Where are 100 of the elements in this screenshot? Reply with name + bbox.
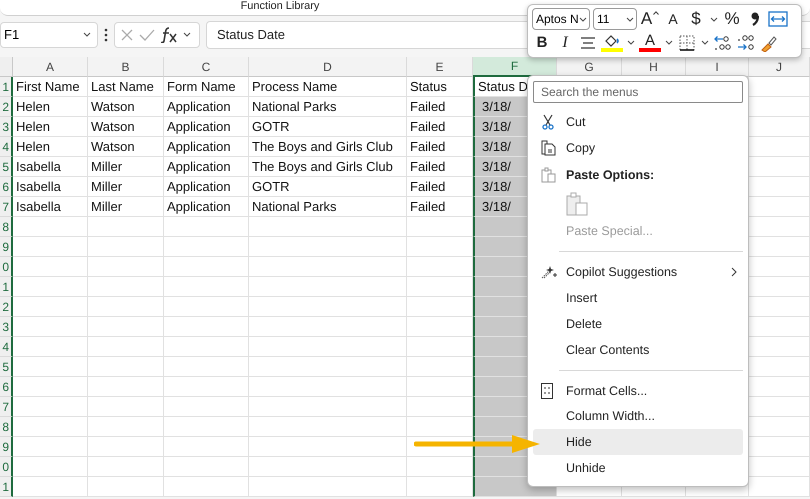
row-number[interactable]: 8 — [0, 217, 13, 237]
table-cell[interactable] — [88, 217, 164, 237]
row-number[interactable]: 3 — [0, 317, 13, 337]
table-cell[interactable] — [164, 317, 249, 337]
table-cell[interactable] — [249, 257, 407, 277]
check-icon[interactable] — [139, 28, 155, 42]
table-cell[interactable] — [407, 297, 473, 317]
row-number[interactable]: 4 — [0, 137, 13, 157]
table-cell[interactable]: GOTR — [249, 177, 407, 197]
table-cell[interactable] — [13, 377, 88, 397]
table-cell[interactable] — [13, 257, 88, 277]
table-cell[interactable] — [88, 477, 164, 497]
table-cell[interactable] — [13, 457, 88, 477]
table-cell[interactable]: Isabella — [13, 197, 88, 217]
table-cell[interactable] — [164, 437, 249, 457]
row-number[interactable]: 8 — [0, 417, 13, 437]
table-cell[interactable] — [249, 477, 407, 497]
table-cell[interactable] — [407, 357, 473, 377]
table-cell[interactable] — [749, 217, 810, 237]
table-cell[interactable] — [249, 317, 407, 337]
table-cell[interactable]: Helen — [13, 117, 88, 137]
table-cell[interactable] — [13, 297, 88, 317]
table-cell[interactable] — [88, 397, 164, 417]
table-cell[interactable]: The Boys and Girls Club — [249, 137, 407, 157]
table-cell[interactable] — [164, 217, 249, 237]
table-cell[interactable]: Isabella — [13, 157, 88, 177]
table-cell[interactable] — [407, 457, 473, 477]
table-cell[interactable]: Isabella — [13, 177, 88, 197]
table-cell[interactable] — [164, 357, 249, 377]
search-field[interactable]: Search the menus — [533, 81, 743, 104]
table-cell[interactable] — [749, 377, 810, 397]
table-cell[interactable] — [13, 397, 88, 417]
table-cell[interactable] — [749, 417, 810, 437]
column-header[interactable]: J — [749, 57, 810, 77]
table-cell[interactable]: First Name — [13, 77, 88, 97]
table-cell[interactable]: GOTR — [249, 117, 407, 137]
table-cell[interactable]: Application — [164, 157, 249, 177]
table-cell[interactable] — [88, 257, 164, 277]
table-cell[interactable] — [749, 237, 810, 257]
table-cell[interactable]: Miller — [88, 177, 164, 197]
table-cell[interactable] — [88, 457, 164, 477]
table-cell[interactable]: Failed — [407, 197, 473, 217]
table-cell[interactable] — [749, 277, 810, 297]
table-cell[interactable] — [88, 337, 164, 357]
table-cell[interactable] — [88, 277, 164, 297]
table-cell[interactable] — [407, 377, 473, 397]
row-number[interactable]: 3 — [0, 117, 13, 137]
table-cell[interactable] — [249, 297, 407, 317]
table-cell[interactable] — [13, 437, 88, 457]
column-header[interactable]: D — [249, 57, 407, 77]
table-cell[interactable] — [407, 257, 473, 277]
table-cell[interactable] — [749, 137, 810, 157]
table-cell[interactable]: Application — [164, 177, 249, 197]
table-cell[interactable]: Helen — [13, 97, 88, 117]
table-cell[interactable] — [13, 277, 88, 297]
table-cell[interactable] — [249, 277, 407, 297]
table-cell[interactable]: The Boys and Girls Club — [249, 157, 407, 177]
table-cell[interactable] — [88, 437, 164, 457]
table-cell[interactable] — [749, 297, 810, 317]
table-cell[interactable]: Form Name — [164, 77, 249, 97]
column-header[interactable]: C — [164, 57, 249, 77]
table-cell[interactable] — [249, 217, 407, 237]
table-cell[interactable] — [407, 397, 473, 417]
table-cell[interactable] — [249, 377, 407, 397]
cancel-icon[interactable] — [120, 28, 134, 42]
table-cell[interactable] — [749, 177, 810, 197]
row-number[interactable]: 7 — [0, 397, 13, 417]
table-cell[interactable] — [164, 397, 249, 417]
table-cell[interactable] — [164, 417, 249, 437]
row-number[interactable]: 1 — [0, 77, 13, 97]
table-cell[interactable]: Watson — [88, 117, 164, 137]
table-cell[interactable] — [407, 317, 473, 337]
table-cell[interactable] — [749, 97, 810, 117]
row-number[interactable]: 1 — [0, 477, 13, 497]
column-header[interactable]: F — [473, 57, 557, 77]
table-cell[interactable]: Application — [164, 197, 249, 217]
table-cell[interactable] — [749, 317, 810, 337]
table-cell[interactable] — [164, 237, 249, 257]
font-name-dropdown[interactable]: Aptos N — [532, 8, 590, 30]
table-cell[interactable] — [749, 197, 810, 217]
table-cell[interactable]: Application — [164, 97, 249, 117]
row-number[interactable]: 7 — [0, 197, 13, 217]
row-number[interactable]: 2 — [0, 297, 13, 317]
table-cell[interactable]: Application — [164, 137, 249, 157]
column-header[interactable]: B — [88, 57, 164, 77]
table-cell[interactable] — [249, 337, 407, 357]
table-cell[interactable] — [749, 257, 810, 277]
row-number[interactable]: 9 — [0, 437, 13, 457]
menu-item[interactable]: Hide — [533, 429, 743, 456]
table-cell[interactable] — [407, 477, 473, 497]
table-cell[interactable]: Status — [407, 77, 473, 97]
table-cell[interactable]: Miller — [88, 157, 164, 177]
more-icon[interactable] — [104, 28, 108, 42]
table-cell[interactable] — [407, 217, 473, 237]
row-number[interactable]: 0 — [0, 457, 13, 477]
table-cell[interactable] — [249, 397, 407, 417]
table-cell[interactable] — [249, 457, 407, 477]
table-cell[interactable] — [164, 457, 249, 477]
row-number[interactable]: 4 — [0, 337, 13, 357]
row-number[interactable]: 5 — [0, 357, 13, 377]
